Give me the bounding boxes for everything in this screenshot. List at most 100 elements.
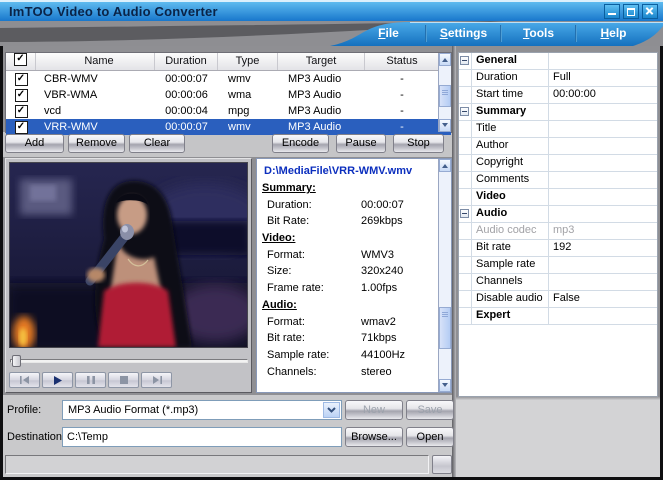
property-group-row[interactable]: Audio [459,206,657,223]
channels-value: stereo [361,366,392,378]
browse-button[interactable]: Browse... [345,427,403,447]
table-row[interactable]: ✓ VBR-WMA 00:00:06 wma MP3 Audio - [6,87,451,103]
collapse-icon[interactable] [460,56,469,65]
pause-playback-button[interactable] [75,372,106,388]
table-row[interactable]: ✓ CBR-WMV 00:00:07 wmv MP3 Audio - [6,71,451,87]
column-header-type[interactable]: Type [218,53,278,70]
chevron-down-icon [327,407,336,413]
table-row[interactable]: ✓ vcd 00:00:04 mpg MP3 Audio - [6,103,451,119]
destination-label: Destination: [7,431,65,443]
table-row-selected[interactable]: ✓ VRR-WMV 00:00:07 wmv MP3 Audio - [6,119,451,135]
play-button[interactable] [42,372,73,388]
scrollbar-thumb[interactable] [439,307,451,349]
arrow-up-icon [442,55,448,62]
right-bottom-panel [456,400,660,477]
pause-button[interactable]: Pause [336,134,386,153]
arrow-up-icon [442,161,448,168]
property-row[interactable]: Start time 00:00:00 [459,87,657,104]
menu-settings[interactable]: Settings [427,23,500,44]
audio-format-value: wmav2 [361,316,396,328]
samplerate-value: 44100Hz [361,349,405,361]
property-group-row[interactable]: Expert [459,308,657,325]
property-group-row[interactable]: General [459,53,657,70]
info-scrollbar[interactable] [438,159,451,392]
close-button[interactable] [642,4,658,19]
seek-bar[interactable] [10,355,248,367]
row-checkbox[interactable]: ✓ [15,89,28,102]
property-row[interactable]: Author [459,138,657,155]
row-checkbox[interactable]: ✓ [15,105,28,118]
scroll-down-button[interactable] [439,119,451,132]
scroll-down-button[interactable] [439,379,451,392]
media-file-path: D:\MediaFile\VRR-WMV.wmv [257,163,438,180]
remove-button[interactable]: Remove [68,134,125,153]
collapse-icon[interactable] [460,107,469,116]
property-group-row[interactable]: Summary [459,104,657,121]
player-controls [9,372,172,388]
row-checkbox[interactable]: ✓ [15,121,28,134]
stop-button[interactable]: Stop [393,134,444,153]
maximize-icon [627,8,635,16]
preview-panel [5,158,252,393]
skip-end-icon [152,376,162,384]
media-info-panel: D:\MediaFile\VRR-WMV.wmv Summary: Durati… [256,158,452,393]
property-row[interactable]: Duration Full [459,70,657,87]
profile-select[interactable]: MP3 Audio Format (*.mp3) [62,400,342,420]
property-row[interactable]: Channels [459,274,657,291]
minimize-button[interactable] [604,4,620,19]
window-title: ImTOO Video to Audio Converter [9,4,218,19]
file-list: ✓ Name Duration Type Target Status ✓ CBR… [5,52,452,133]
video-preview [9,162,248,348]
property-row[interactable]: Disable audio False [459,291,657,308]
collapse-icon[interactable] [460,209,469,218]
row-checkbox[interactable]: ✓ [15,73,28,86]
summary-heading: Summary: [257,180,438,197]
skip-start-button[interactable] [9,372,40,388]
profile-label: Profile: [7,404,41,416]
add-button[interactable]: Add [5,134,64,153]
profile-dropdown-button[interactable] [323,402,340,418]
column-header-status[interactable]: Status [365,53,439,70]
profile-selected-value: MP3 Audio Format (*.mp3) [68,404,198,416]
framerate-value: 1.00fps [361,282,397,294]
property-row[interactable]: Title [459,121,657,138]
seek-thumb[interactable] [12,355,21,367]
window-controls [604,4,658,19]
property-row[interactable]: Sample rate [459,257,657,274]
audio-bitrate-value: 71kbps [361,332,396,344]
minimize-icon [608,13,616,15]
property-row[interactable]: Comments [459,172,657,189]
property-group-row[interactable]: Video [459,189,657,206]
file-list-scrollbar[interactable] [438,53,451,132]
scroll-up-button[interactable] [439,159,451,172]
menu-file[interactable]: File [352,23,425,44]
property-row[interactable]: Bit rate 192 [459,240,657,257]
stop-playback-button[interactable] [108,372,139,388]
seek-track[interactable] [10,359,248,363]
skip-start-icon [20,376,30,384]
property-row[interactable]: Copyright [459,155,657,172]
menu-help[interactable]: Help [577,23,650,44]
open-button[interactable]: Open [406,427,454,447]
menu-tools[interactable]: Tools [502,23,575,44]
scroll-up-button[interactable] [439,53,451,66]
skip-end-button[interactable] [141,372,172,388]
clear-button[interactable]: Clear [129,134,185,153]
select-all-checkbox[interactable]: ✓ [14,53,27,66]
settings-property-grid: General Duration Full Start time 00:00:0… [458,52,658,397]
pause-icon [87,376,95,384]
maximize-button[interactable] [623,4,639,19]
arrow-down-icon [442,123,448,130]
encode-button[interactable]: Encode [272,134,329,153]
column-header-target[interactable]: Target [278,53,365,70]
column-header-name[interactable]: Name [36,53,155,70]
new-profile-button[interactable]: New [345,400,403,420]
play-icon [54,376,62,385]
property-row-disabled: Audio codec mp3 [459,223,657,240]
destination-input[interactable] [62,427,342,447]
save-profile-button[interactable]: Save [406,400,454,420]
scrollbar-thumb[interactable] [439,85,451,107]
column-header-check[interactable]: ✓ [6,53,36,70]
column-header-duration[interactable]: Duration [155,53,218,70]
statusbar-button[interactable] [432,455,452,474]
